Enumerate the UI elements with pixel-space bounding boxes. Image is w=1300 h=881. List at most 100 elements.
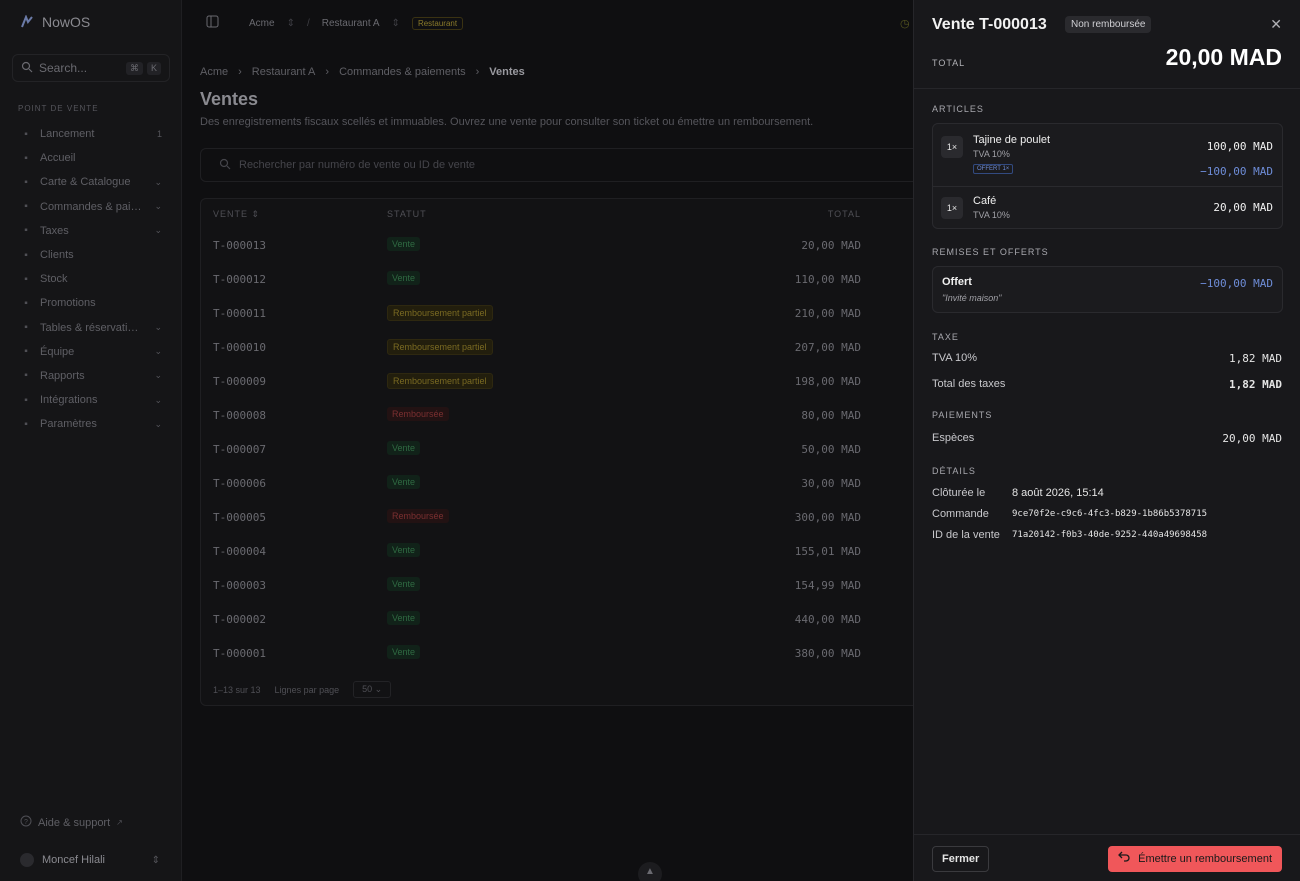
org-switcher[interactable]: Acme (249, 18, 275, 29)
sidebar-item[interactable]: ▪ Équipe ⌄ (12, 340, 170, 364)
catalog-icon: ▪ (24, 176, 28, 188)
sidebar-item[interactable]: ▪ Carte & Catalogue ⌄ (12, 170, 170, 194)
table-header: VENTE ⇕ STATUT TOTAL (201, 199, 919, 229)
sale-id: T-000002 (213, 613, 266, 626)
table-row[interactable]: T-000006 Vente 30,00 MAD (201, 467, 919, 501)
orders-icon: ▪ (24, 201, 28, 213)
sidebar-item[interactable]: ▪ Taxes ⌄ (12, 219, 170, 243)
chart-icon: ▪ (24, 370, 28, 382)
sale-id: T-000005 (213, 511, 266, 524)
rows-per-page-value: 50 (362, 684, 373, 694)
toggle-sidebar-icon[interactable] (206, 15, 219, 31)
table-row[interactable]: T-000001 Vente 380,00 MAD (201, 637, 919, 671)
app-logo[interactable]: NowOS (20, 14, 90, 30)
box-icon: ▪ (24, 273, 28, 285)
status-badge: Remboursée (387, 407, 449, 421)
page-title: Ventes (200, 89, 259, 109)
sidebar-item[interactable]: ▪ Promotions (12, 291, 170, 315)
status-badge: Vente (387, 611, 421, 625)
sale-id: T-000013 (213, 239, 266, 252)
user-name: Moncef Hilali (42, 854, 105, 866)
sidebar-item[interactable]: ▪ Stock (12, 267, 170, 291)
search-icon (219, 158, 231, 173)
sidebar-item-label: Lancement (40, 128, 95, 141)
sidebar-item-label: Clients (40, 249, 74, 262)
close-button[interactable]: Fermer (932, 846, 990, 872)
column-vente[interactable]: VENTE ⇕ (213, 209, 260, 220)
sidebar-item[interactable]: ▪ Intégrations ⌄ (12, 388, 170, 412)
sidebar-search[interactable]: Search... ⌘ K (12, 54, 170, 82)
search-shortcut: ⌘ K (125, 61, 161, 75)
table-row[interactable]: T-000004 Vente 155,01 MAD (201, 535, 919, 569)
table-row[interactable]: T-000005 Remboursée 300,00 MAD (201, 501, 919, 535)
sidebar-item-label: Stock (40, 273, 68, 286)
chevron-updown-icon: ⇕ (286, 17, 295, 29)
percent-icon: ▪ (24, 225, 28, 237)
breadcrumb-restaurant[interactable]: Restaurant A (252, 66, 316, 78)
tax-rate-label: TVA 10% (932, 352, 978, 364)
table-row[interactable]: T-000003 Vente 154,99 MAD (201, 569, 919, 603)
sidebar-item[interactable]: ▪ Tables & réservati… ⌄ (12, 316, 170, 340)
chevron-down-icon: ⌄ (154, 322, 162, 333)
help-support-link[interactable]: ? Aide & support ↗ (20, 815, 123, 830)
pagination-info: 1–13 sur 13 (213, 684, 261, 695)
rows-per-page-select[interactable]: 50 ⌄ (353, 681, 392, 698)
table-row[interactable]: T-000008 Remboursée 80,00 MAD (201, 399, 919, 433)
sidebar-item-label: Intégrations (40, 394, 98, 407)
breadcrumb-orders[interactable]: Commandes & paiements (339, 66, 466, 78)
table-row[interactable]: T-000007 Vente 50,00 MAD (201, 433, 919, 467)
sidebar-item[interactable]: ▪ Lancement 1 (12, 122, 170, 146)
table-row[interactable]: T-000013 Vente 20,00 MAD (201, 229, 919, 263)
topbar-separator: / (306, 17, 310, 29)
table-row[interactable]: T-000012 Vente 110,00 MAD (201, 263, 919, 297)
chevron-down-icon: ⌄ (154, 225, 162, 236)
order-id-value[interactable]: 9ce70f2e-c9c6-4fc3-b829-1b86b5378715 (1012, 509, 1207, 519)
column-total: TOTAL (827, 209, 861, 219)
sidebar-item[interactable]: ▪ Clients (12, 243, 170, 267)
total-value: 20,00 MAD (1165, 44, 1282, 70)
sale-total: 380,00 MAD (794, 647, 861, 660)
rocket-icon: ▪ (24, 128, 28, 140)
item-price: 100,00 MAD (1206, 140, 1273, 153)
tax-total-label: Total des taxes (932, 378, 1006, 390)
issue-refund-button[interactable]: Émettre un remboursement (1108, 846, 1282, 872)
clock-icon[interactable]: ◷ (900, 17, 910, 30)
sale-total: 50,00 MAD (801, 443, 861, 456)
sales-search-input[interactable]: Rechercher par numéro de vente ou ID de … (200, 148, 920, 182)
plug-icon: ▪ (24, 394, 28, 406)
column-vente-label: VENTE (213, 209, 249, 219)
external-link-icon: ↗ (116, 818, 123, 827)
status-badge: Vente (387, 543, 421, 557)
brand-icon[interactable]: ▲ (638, 862, 662, 881)
status-badge: Vente (387, 237, 421, 251)
rows-per-page-label: Lignes par page (274, 684, 340, 695)
sales-table: VENTE ⇕ STATUT TOTAL T-000013 Vente 20,00 … (200, 198, 920, 706)
chevron-updown-icon: ⇕ (391, 17, 400, 29)
user-menu[interactable]: Moncef Hilali ⇕ (20, 853, 160, 867)
breadcrumb-acme[interactable]: Acme (200, 66, 228, 78)
tax-section-label: TAXE (932, 332, 959, 342)
avatar (20, 853, 34, 867)
table-footer: 1–13 sur 13 Lignes par page 50 ⌄ (213, 681, 392, 698)
sale-id-value[interactable]: 71a20142-f0b3-40de-9252-440a49698458 (1012, 530, 1207, 540)
table-row[interactable]: T-000002 Vente 440,00 MAD (201, 603, 919, 637)
table-row[interactable]: T-000009 Remboursement partiel 198,00 MAD (201, 365, 919, 399)
sidebar-item[interactable]: ▪ Rapports ⌄ (12, 364, 170, 388)
table-row[interactable]: T-000010 Remboursement partiel 207,00 MAD (201, 331, 919, 365)
app-name: NowOS (42, 14, 91, 30)
table-row[interactable]: T-000011 Remboursement partiel 210,00 MAD (201, 297, 919, 331)
column-statut: STATUT (387, 209, 427, 219)
sidebar-item-label: Rapports (40, 369, 85, 382)
sidebar-item-label: Tables & réservati… (40, 321, 139, 334)
sidebar-item[interactable]: ▪ Accueil (12, 146, 170, 170)
sidebar-item[interactable]: ▪ Paramètres ⌄ (12, 412, 170, 436)
search-label: Search... (39, 61, 88, 75)
close-icon[interactable]: ✕ (1270, 16, 1282, 33)
logo-icon (20, 14, 34, 29)
divider (914, 834, 1300, 835)
restaurant-switcher[interactable]: Restaurant A (322, 18, 380, 29)
item-price: 20,00 MAD (1213, 201, 1273, 214)
sidebar-item[interactable]: ▪ Commandes & pai… ⌄ (12, 195, 170, 219)
breadcrumb: Acme › Restaurant A › Commandes & paieme… (200, 66, 525, 78)
status-badge: Vente (387, 475, 421, 489)
